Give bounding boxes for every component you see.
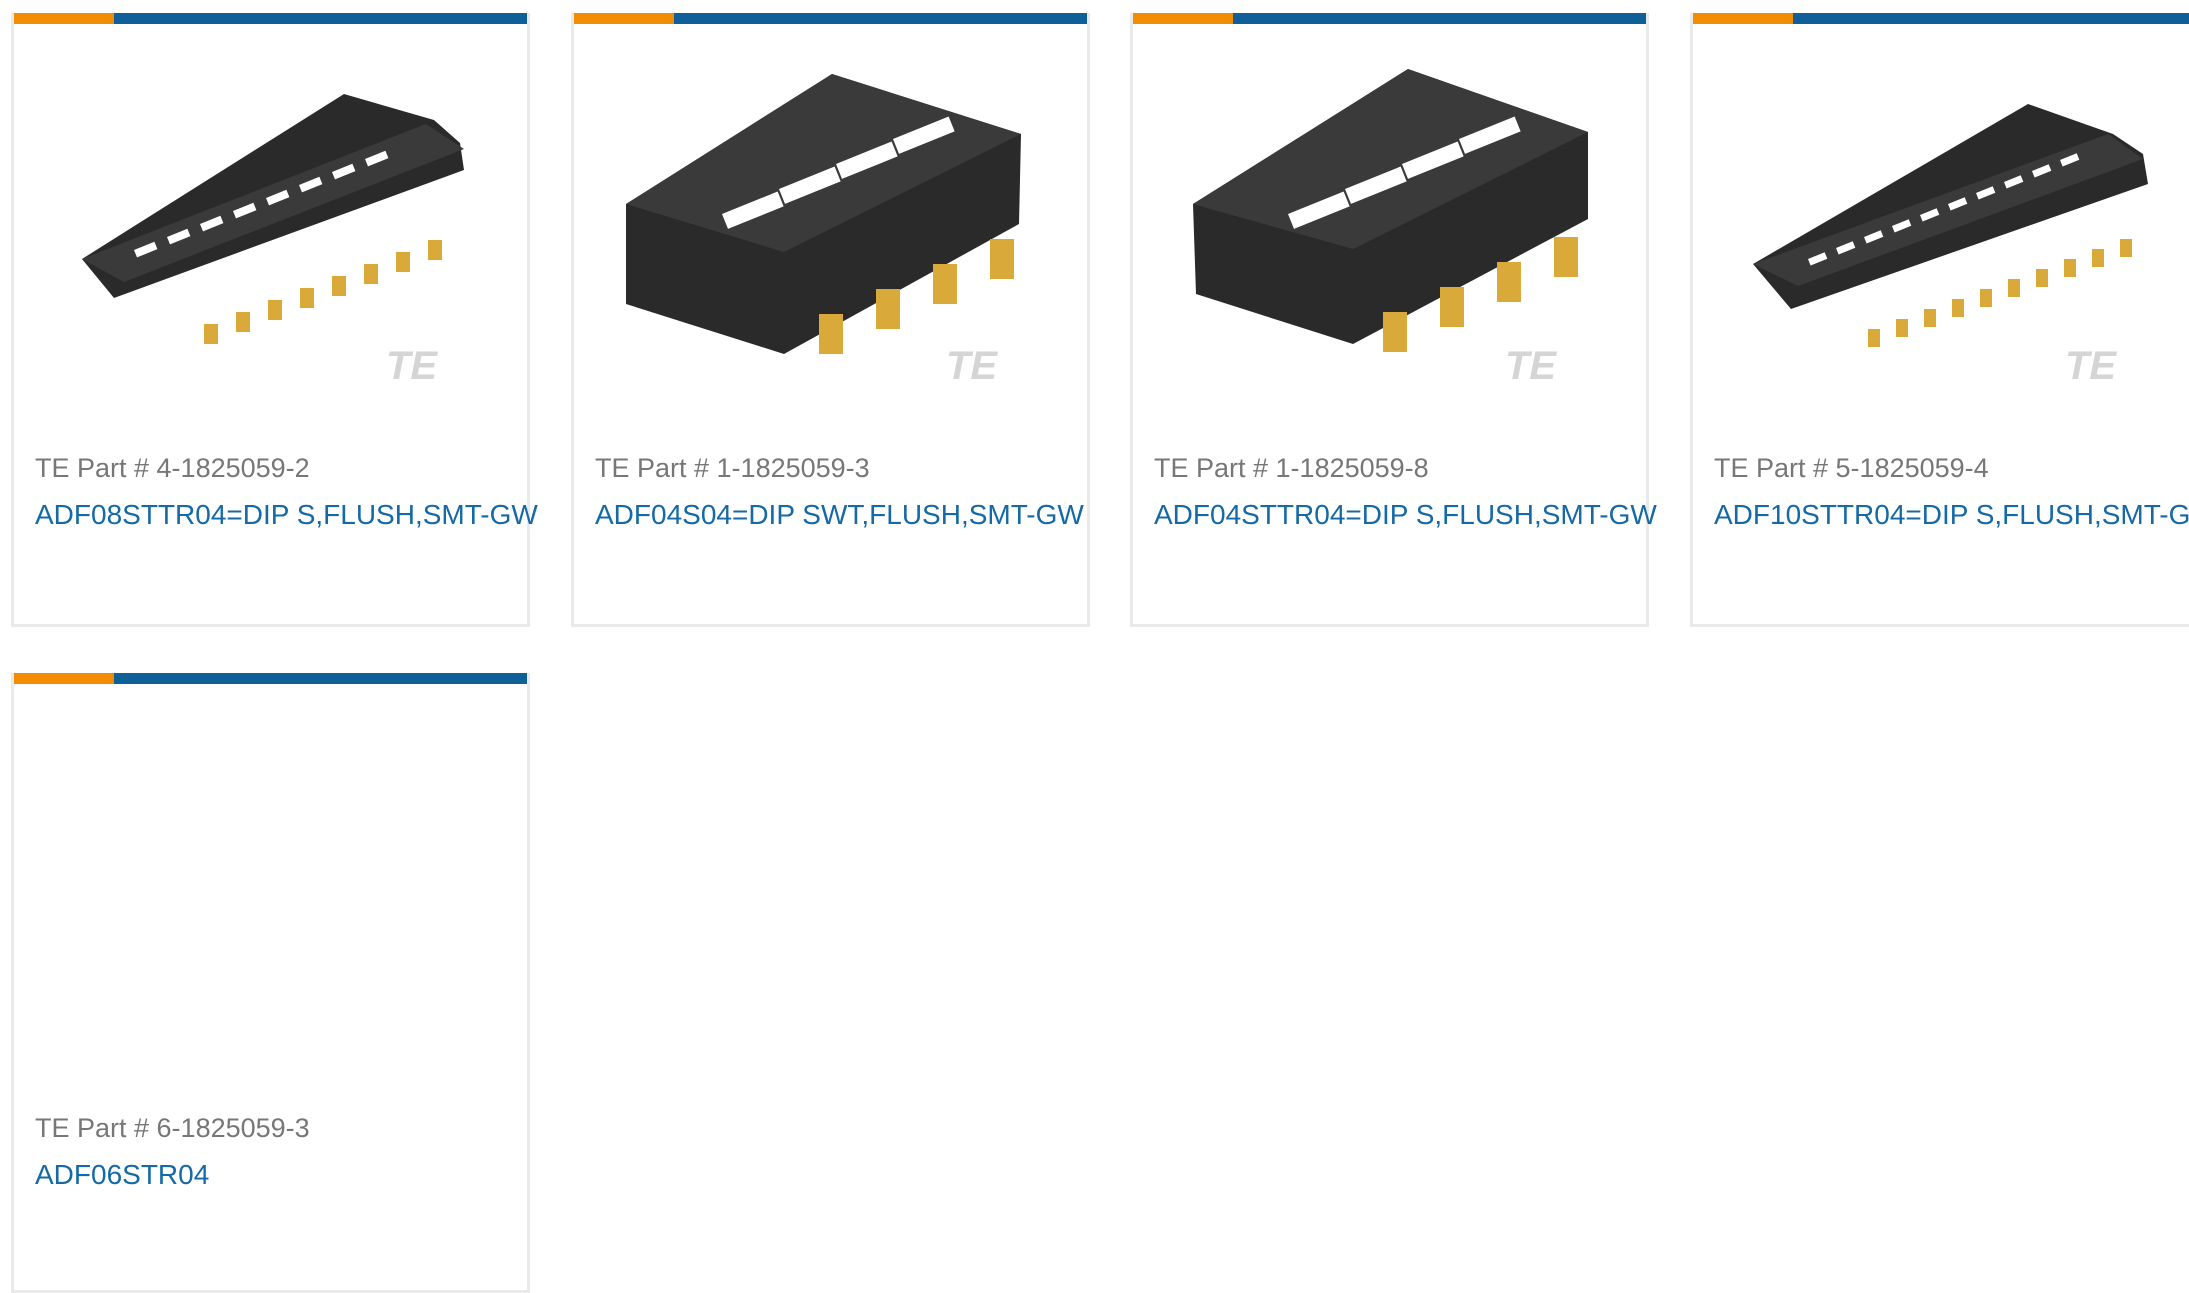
product-image-placeholder: [14, 684, 527, 1084]
svg-text:TE: TE: [1505, 344, 1557, 388]
card-accent-bar: [14, 13, 527, 24]
part-number: TE Part # 4-1825059-2: [35, 453, 310, 483]
product-card[interactable]: TE TE Part # 1-1825059-8 ADF04STTR04=DIP…: [1130, 13, 1657, 627]
product-card[interactable]: TE TE Part # 1-1825059-3 ADF04S04=DIP SW…: [571, 13, 1090, 627]
product-description-link[interactable]: ADF06STR04: [35, 1159, 209, 1191]
product-description-link[interactable]: ADF10STTR04=DIP S,FLUSH,SMT-GW: [1714, 499, 2189, 531]
part-number: TE Part # 1-1825059-3: [595, 453, 870, 483]
product-description-link[interactable]: ADF04S04=DIP SWT,FLUSH,SMT-GW: [595, 499, 1084, 531]
product-description-link[interactable]: ADF08STTR04=DIP S,FLUSH,SMT-GW: [35, 499, 538, 531]
product-image[interactable]: TE: [1133, 24, 1646, 424]
card-accent-bar: [1693, 13, 2189, 24]
product-image[interactable]: TE: [14, 24, 527, 424]
part-number: TE Part # 1-1825059-8: [1154, 453, 1429, 483]
product-card[interactable]: TE TE Part # 4-1825059-2 ADF08STTR04=DIP…: [11, 13, 538, 627]
part-number: TE Part # 5-1825059-4: [1714, 453, 1989, 483]
product-image[interactable]: TE: [1693, 24, 2189, 424]
svg-text:TE: TE: [946, 344, 998, 388]
card-accent-bar: [1133, 13, 1646, 24]
svg-text:TE: TE: [2065, 344, 2117, 388]
card-accent-bar: [574, 13, 1087, 24]
svg-text:TE: TE: [386, 344, 438, 388]
product-card[interactable]: TE Part # 6-1825059-3 ADF06STR04: [11, 673, 530, 1293]
card-accent-bar: [14, 673, 527, 684]
part-number: TE Part # 6-1825059-3: [35, 1113, 310, 1143]
product-description-link[interactable]: ADF04STTR04=DIP S,FLUSH,SMT-GW: [1154, 499, 1657, 531]
product-card[interactable]: TE TE Part # 5-1825059-4 ADF10STTR04=DIP…: [1690, 13, 2189, 627]
product-image[interactable]: TE: [574, 24, 1087, 424]
